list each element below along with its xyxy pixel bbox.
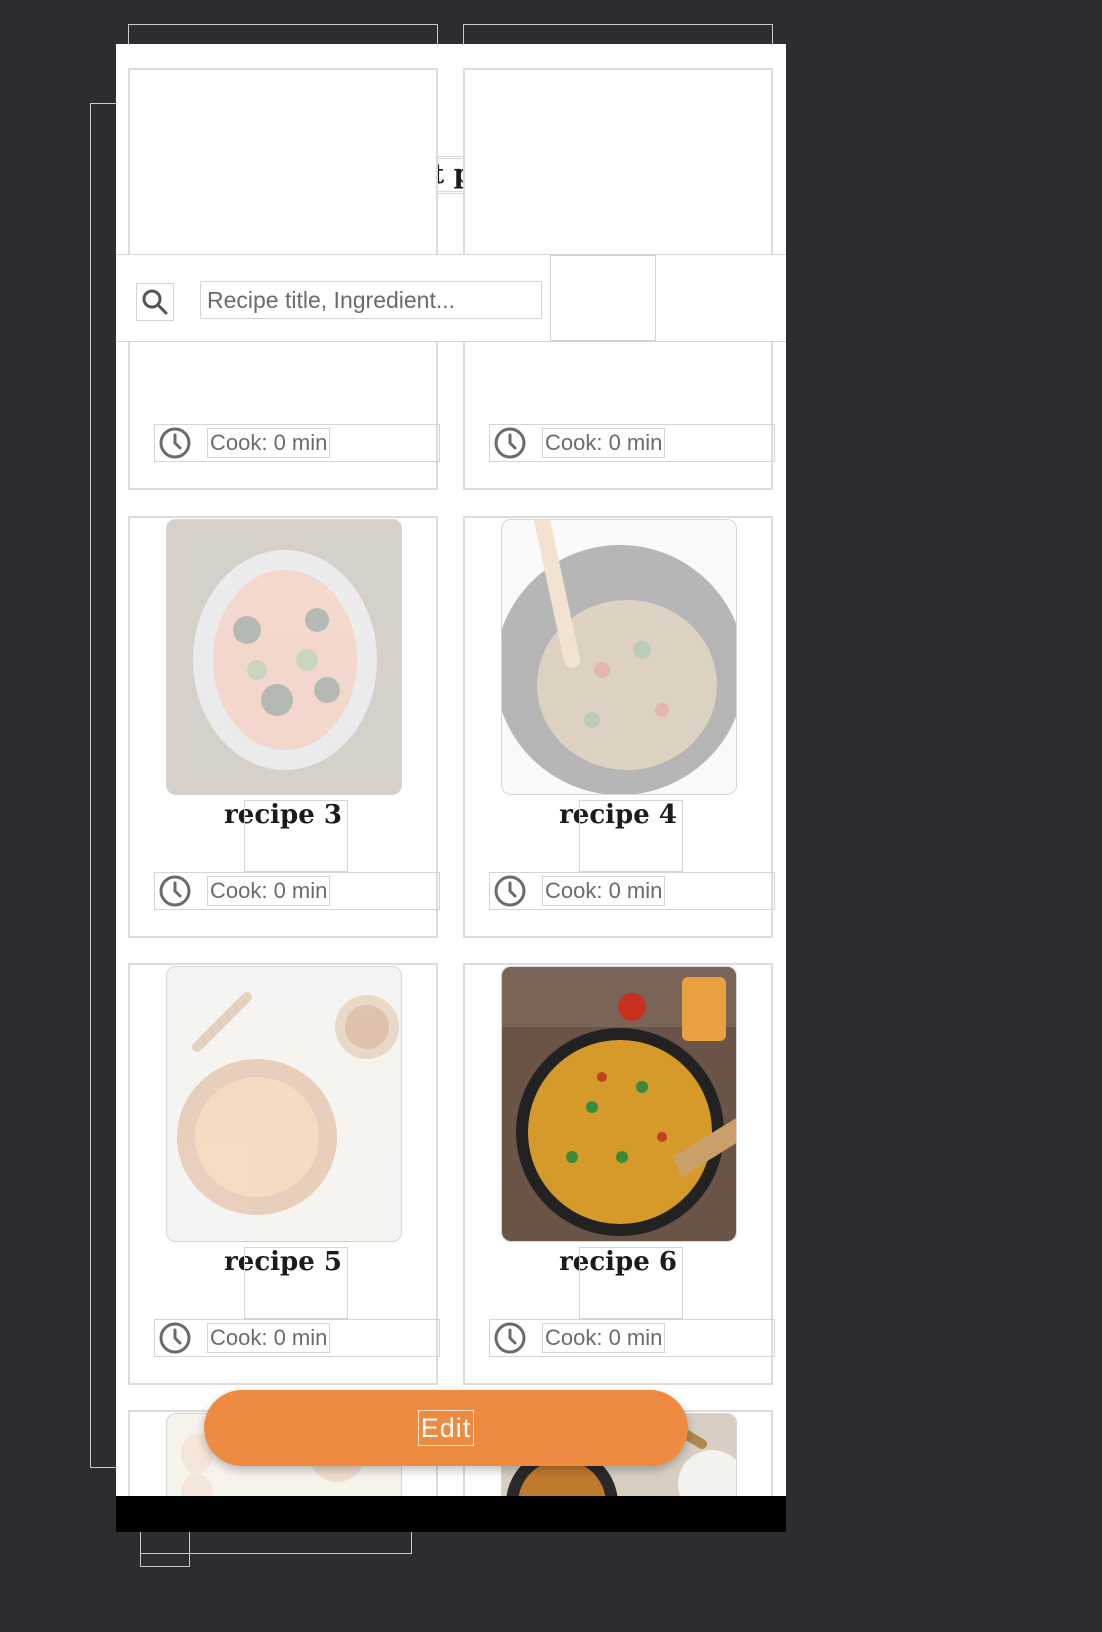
cook-time-row: Cook: 0 min <box>489 872 775 910</box>
cook-time-label: Cook: 0 min <box>207 1323 331 1353</box>
clock-icon <box>157 873 193 909</box>
recipe-card[interactable]: recipe 3 Cook: 0 min <box>128 516 440 938</box>
recipe-image <box>501 519 737 795</box>
search-input[interactable] <box>200 281 542 319</box>
cook-time-label: Cook: 0 min <box>207 876 331 906</box>
recipe-title: recipe 3 <box>224 800 342 830</box>
clock-icon <box>157 425 193 461</box>
recipe-image <box>166 966 402 1242</box>
recipe-card[interactable]: recipe 5 Cook: 0 min <box>128 963 440 1385</box>
cook-time-row: Cook: 0 min <box>154 872 440 910</box>
clock-icon <box>492 873 528 909</box>
cook-time-row: Cook: 0 min <box>489 1319 775 1357</box>
recipe-image <box>501 966 737 1242</box>
recipe-title: recipe 6 <box>559 1247 677 1277</box>
cook-time-row: Cook: 0 min <box>489 424 775 462</box>
cook-time-label: Cook: 0 min <box>207 428 331 458</box>
search-icon <box>142 289 168 315</box>
cook-time-label: Cook: 0 min <box>542 876 666 906</box>
search-bar <box>116 254 786 342</box>
cook-time-row: Cook: 0 min <box>154 424 440 462</box>
recipe-image <box>166 519 402 795</box>
system-nav-bar <box>116 1496 786 1532</box>
cook-time-label: Cook: 0 min <box>542 1323 666 1353</box>
app-screen: Cook: 0 min Cook: 0 min recipe 3 Cook: 0… <box>116 44 786 1496</box>
recipe-card[interactable]: recipe 6 Cook: 0 min <box>463 963 775 1385</box>
search-button[interactable] <box>136 283 174 321</box>
cook-time-label: Cook: 0 min <box>542 428 666 458</box>
clock-icon <box>492 1320 528 1356</box>
recipe-title: recipe 5 <box>224 1247 342 1277</box>
edit-button-label: Edit <box>417 1410 475 1446</box>
recipe-card[interactable]: recipe 4 Cook: 0 min <box>463 516 775 938</box>
edit-button[interactable]: Edit <box>204 1390 688 1466</box>
clock-icon <box>492 425 528 461</box>
recipe-title: recipe 4 <box>559 800 677 830</box>
layout-guide <box>550 255 656 341</box>
clock-icon <box>157 1320 193 1356</box>
cook-time-row: Cook: 0 min <box>154 1319 440 1357</box>
